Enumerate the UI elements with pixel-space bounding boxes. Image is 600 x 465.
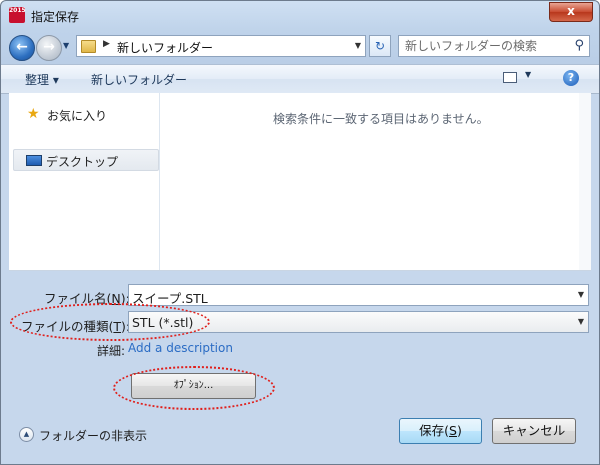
save-button[interactable]: 保存(S) <box>399 418 482 444</box>
search-box[interactable]: ⚲ <box>398 35 590 57</box>
nav-item-label: デスクトップ <box>46 155 119 169</box>
cancel-button[interactable]: キャンセル <box>492 418 576 444</box>
search-icon[interactable]: ⚲ <box>574 38 584 53</box>
view-icon <box>503 72 517 83</box>
save-label-post: ) <box>456 423 462 438</box>
folder-icon <box>81 40 96 53</box>
close-button[interactable]: x <box>549 2 593 22</box>
navigation-pane: ★ お気に入り デスクトップ <box>9 93 160 270</box>
filetype-select[interactable]: STL (*.stl) ▼ <box>128 311 589 333</box>
filetype-label-pre: ファイルの種類( <box>21 319 114 334</box>
app-icon-text: 2015 <box>9 7 26 14</box>
filename-label-key: N <box>111 291 121 306</box>
recent-locations-dropdown-icon[interactable]: ▼ <box>63 41 69 50</box>
filename-label: ファイル名(N): <box>44 288 130 307</box>
search-input[interactable] <box>399 36 581 56</box>
refresh-button[interactable]: ↻ <box>369 35 391 57</box>
breadcrumb-chevron-icon[interactable]: ▶ <box>103 39 110 49</box>
filetype-value[interactable]: STL (*.stl) <box>132 315 193 330</box>
details-label: 詳細: <box>97 344 126 358</box>
chevron-down-icon: ▼ <box>525 70 532 79</box>
hide-folders-label: フォルダーの非表示 <box>39 429 148 443</box>
window-title: 指定保存 <box>31 10 80 24</box>
file-browser: ★ お気に入り デスクトップ 検索条件に一致する項目はありません。 <box>9 93 591 271</box>
chevron-down-icon[interactable]: ▼ <box>578 290 584 299</box>
filename-label-pre: ファイル名( <box>44 291 112 306</box>
scrollbar-track[interactable] <box>579 93 591 270</box>
chevron-down-icon[interactable]: ▼ <box>578 317 584 326</box>
save-dialog: 2015 指定保存 x ← → ▼ ▶ 新しいフォルダー ▼ ↻ ⚲ 整理 ▾ … <box>0 0 600 465</box>
desktop-icon <box>26 155 42 166</box>
filetype-label-key: T <box>113 319 122 334</box>
refresh-icon: ↻ <box>374 39 386 53</box>
empty-results-message: 検索条件に一致する項目はありません。 <box>273 112 489 126</box>
address-path[interactable]: 新しいフォルダー <box>117 39 213 56</box>
app-logo-icon: 2015 <box>9 7 26 23</box>
chevron-up-icon: ▲ <box>19 427 34 442</box>
filetype-label: ファイルの種類(T): <box>21 316 130 335</box>
command-toolbar: 整理 ▾ 新しいフォルダー ▼ ? <box>1 64 599 94</box>
forward-button[interactable]: → <box>36 35 62 61</box>
star-icon: ★ <box>27 106 40 122</box>
address-dropdown-icon[interactable]: ▼ <box>355 41 361 50</box>
forward-arrow-icon: → <box>43 39 55 55</box>
change-view-button[interactable]: ▼ <box>503 70 533 85</box>
title-bar[interactable]: 2015 指定保存 x <box>1 1 599 29</box>
filename-field[interactable]: スイープ.STL ▼ <box>128 284 589 306</box>
back-arrow-icon: ← <box>16 39 28 55</box>
organize-menu-button[interactable]: 整理 ▾ <box>25 71 59 88</box>
save-label-key: S <box>449 423 457 438</box>
nav-item-desktop[interactable]: デスクトップ <box>13 149 159 171</box>
options-button[interactable]: ｵﾌﾟｼｮﾝ... <box>131 373 256 399</box>
new-folder-button[interactable]: 新しいフォルダー <box>91 71 187 88</box>
address-bar[interactable]: ▶ 新しいフォルダー ▼ <box>76 35 366 57</box>
add-description-link[interactable]: Add a description <box>128 341 233 355</box>
save-label-pre: 保存( <box>419 423 450 438</box>
back-button[interactable]: ← <box>9 35 35 61</box>
filename-value[interactable]: スイープ.STL <box>132 288 208 307</box>
help-icon[interactable]: ? <box>563 70 579 86</box>
nav-item-label: お気に入り <box>47 109 108 123</box>
